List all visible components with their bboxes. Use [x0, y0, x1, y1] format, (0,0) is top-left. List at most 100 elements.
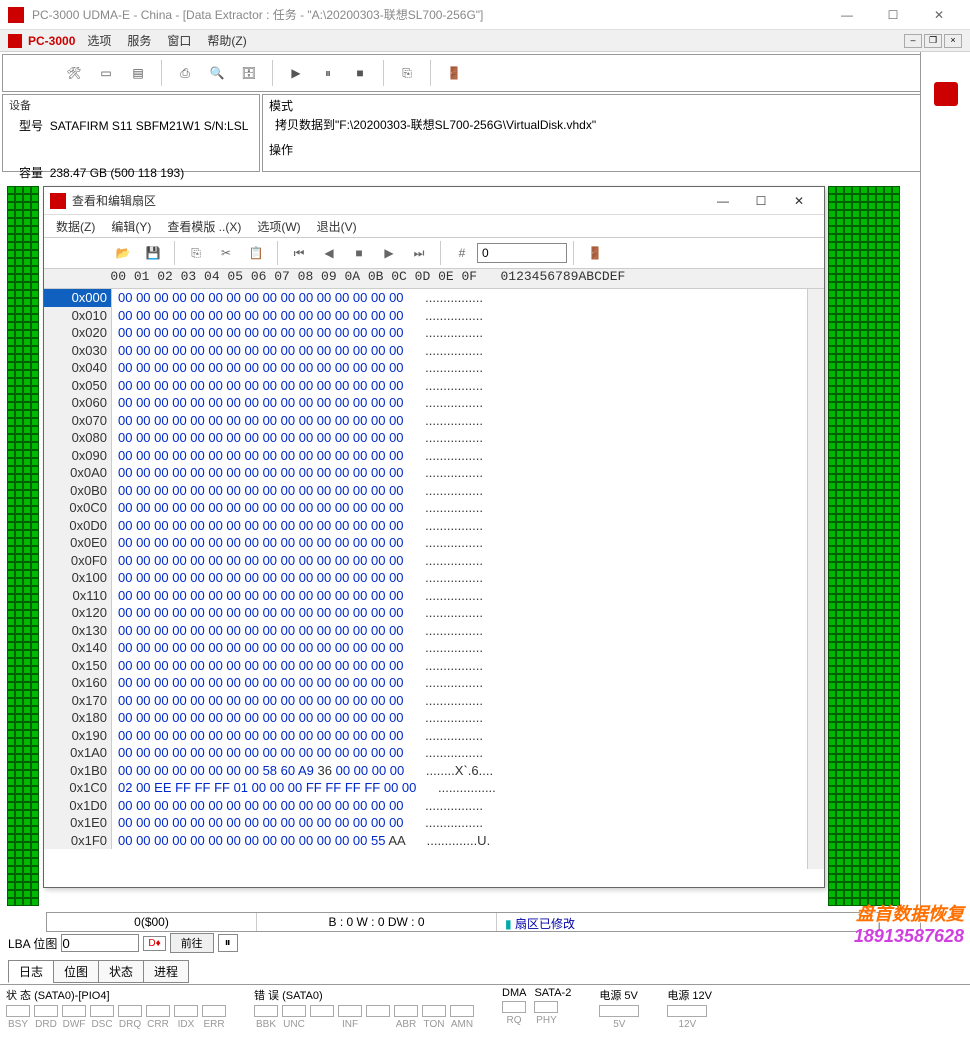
hex-ascii[interactable]: ................: [407, 709, 483, 727]
hex-bytes[interactable]: 02 00 EE FF FF FF 01 00 00 00 FF FF FF F…: [112, 779, 420, 797]
hex-ascii[interactable]: ................: [407, 534, 483, 552]
hex-ascii[interactable]: ................: [407, 499, 483, 517]
hex-row[interactable]: 0x0C000 00 00 00 00 00 00 00 00 00 00 00…: [44, 499, 824, 517]
hex-bytes[interactable]: 00 00 00 00 00 00 00 00 00 00 00 00 00 0…: [112, 394, 407, 412]
hex-bytes[interactable]: 00 00 00 00 00 00 00 00 00 00 00 00 00 0…: [112, 569, 407, 587]
hex-ascii[interactable]: ................: [407, 464, 483, 482]
hex-bytes[interactable]: 00 00 00 00 00 00 00 00 00 00 00 00 00 0…: [112, 709, 407, 727]
hex-row[interactable]: 0x0B000 00 00 00 00 00 00 00 00 00 00 00…: [44, 482, 824, 500]
tool-exit-icon[interactable]: 🚪: [439, 59, 469, 87]
hex-ascii[interactable]: ................: [407, 657, 483, 675]
hex-close-button[interactable]: ✕: [780, 188, 818, 214]
hex-bytes[interactable]: 00 00 00 00 00 00 00 00 00 00 00 00 00 0…: [112, 674, 407, 692]
hex-ascii[interactable]: ................: [407, 639, 483, 657]
hex-row[interactable]: 0x08000 00 00 00 00 00 00 00 00 00 00 00…: [44, 429, 824, 447]
hex-row[interactable]: 0x13000 00 00 00 00 00 00 00 00 00 00 00…: [44, 622, 824, 640]
hex-row[interactable]: 0x0E000 00 00 00 00 00 00 00 00 00 00 00…: [44, 534, 824, 552]
hex-ascii[interactable]: ................: [407, 289, 483, 307]
hex-bytes[interactable]: 00 00 00 00 00 00 00 00 00 00 00 00 00 0…: [112, 342, 407, 360]
tool-tasks-icon[interactable]: ▤: [123, 59, 153, 87]
hex-row[interactable]: 0x0A000 00 00 00 00 00 00 00 00 00 00 00…: [44, 464, 824, 482]
hex-row[interactable]: 0x1D000 00 00 00 00 00 00 00 00 00 00 00…: [44, 797, 824, 815]
hex-bytes[interactable]: 00 00 00 00 00 00 00 00 00 00 00 00 00 0…: [112, 447, 407, 465]
tool-terminal-icon[interactable]: ▭: [91, 59, 121, 87]
menu-services[interactable]: 服务: [119, 30, 159, 51]
hex-bytes[interactable]: 00 00 00 00 00 00 00 00 00 00 00 00 00 0…: [112, 412, 407, 430]
hex-row[interactable]: 0x11000 00 00 00 00 00 00 00 00 00 00 00…: [44, 587, 824, 605]
hex-row[interactable]: 0x19000 00 00 00 00 00 00 00 00 00 00 00…: [44, 727, 824, 745]
save-icon[interactable]: 💾: [138, 240, 168, 266]
hex-menu-template[interactable]: 查看模版 ..(X): [159, 216, 249, 237]
hex-ascii[interactable]: ................: [407, 622, 483, 640]
hex-ascii[interactable]: ................: [407, 394, 483, 412]
tool-devices-icon[interactable]: ⎙: [170, 59, 200, 87]
tool-settings-icon[interactable]: 🛠: [59, 59, 89, 87]
hex-ascii[interactable]: ................: [407, 727, 483, 745]
hex-menu-exit[interactable]: 退出(V): [309, 216, 365, 237]
sector-map-left[interactable]: [7, 186, 41, 926]
hex-row[interactable]: 0x10000 00 00 00 00 00 00 00 00 00 00 00…: [44, 569, 824, 587]
paste-icon[interactable]: 📋: [241, 240, 271, 266]
hex-row[interactable]: 0x15000 00 00 00 00 00 00 00 00 00 00 00…: [44, 657, 824, 675]
hex-bytes[interactable]: 00 00 00 00 00 00 00 00 00 00 00 00 00 0…: [112, 832, 409, 850]
hex-bytes[interactable]: 00 00 00 00 00 00 00 00 00 00 00 00 00 0…: [112, 499, 407, 517]
nav-first-icon[interactable]: ⏮: [284, 240, 314, 266]
hex-bytes[interactable]: 00 00 00 00 00 00 00 00 00 00 00 00 00 0…: [112, 639, 407, 657]
hex-ascii[interactable]: ................: [407, 587, 483, 605]
pause-button[interactable]: ⏸: [313, 59, 343, 87]
hex-menu-data[interactable]: 数据(Z): [48, 216, 103, 237]
hex-bytes[interactable]: 00 00 00 00 00 00 00 00 00 00 00 00 00 0…: [112, 359, 407, 377]
hex-row[interactable]: 0x03000 00 00 00 00 00 00 00 00 00 00 00…: [44, 342, 824, 360]
lba-input[interactable]: [61, 934, 139, 952]
hex-bytes[interactable]: 00 00 00 00 00 00 00 00 00 00 00 00 00 0…: [112, 517, 407, 535]
hex-ascii[interactable]: ................: [407, 359, 483, 377]
mdi-min-button[interactable]: –: [904, 34, 922, 48]
hex-ascii[interactable]: ................: [407, 482, 483, 500]
menu-options[interactable]: 选项: [79, 30, 119, 51]
hex-bytes[interactable]: 00 00 00 00 00 00 00 00 00 00 00 00 00 0…: [112, 482, 407, 500]
nav-next-icon[interactable]: ▶: [374, 240, 404, 266]
menu-window[interactable]: 窗口: [159, 30, 199, 51]
hex-ascii[interactable]: ........X`.6....: [408, 762, 493, 780]
hex-bytes[interactable]: 00 00 00 00 00 00 00 00 00 00 00 00 00 0…: [112, 429, 407, 447]
hex-bytes[interactable]: 00 00 00 00 00 00 00 00 00 00 00 00 00 0…: [112, 464, 407, 482]
hex-row[interactable]: 0x07000 00 00 00 00 00 00 00 00 00 00 00…: [44, 412, 824, 430]
menu-help[interactable]: 帮助(Z): [199, 30, 254, 51]
hex-bytes[interactable]: 00 00 00 00 00 00 00 00 00 00 00 00 00 0…: [112, 377, 407, 395]
hex-row[interactable]: 0x1B000 00 00 00 00 00 00 00 58 60 A9 36…: [44, 762, 824, 780]
hex-bytes[interactable]: 00 00 00 00 00 00 00 00 00 00 00 00 00 0…: [112, 692, 407, 710]
mdi-restore-button[interactable]: ❐: [924, 34, 942, 48]
hex-menu-edit[interactable]: 编辑(Y): [103, 216, 159, 237]
hex-bytes[interactable]: 00 00 00 00 00 00 00 00 00 00 00 00 00 0…: [112, 604, 407, 622]
hex-ascii[interactable]: ................: [407, 324, 483, 342]
hex-min-button[interactable]: —: [704, 188, 742, 214]
hex-titlebar[interactable]: 查看和编辑扇区 — ☐ ✕: [44, 187, 824, 215]
maximize-button[interactable]: ☐: [870, 0, 916, 30]
goto-input[interactable]: [477, 243, 567, 263]
hex-row[interactable]: 0x09000 00 00 00 00 00 00 00 00 00 00 00…: [44, 447, 824, 465]
hex-row[interactable]: 0x1C002 00 EE FF FF FF 01 00 00 00 FF FF…: [44, 779, 824, 797]
hex-ascii[interactable]: ................: [407, 552, 483, 570]
cut-icon[interactable]: ✂: [211, 240, 241, 266]
tool-database-icon[interactable]: 🗄: [234, 59, 264, 87]
hex-body[interactable]: 0x00000 00 00 00 00 00 00 00 00 00 00 00…: [44, 289, 824, 869]
hex-scrollbar[interactable]: [807, 289, 824, 869]
hex-bytes[interactable]: 00 00 00 00 00 00 00 00 00 00 00 00 00 0…: [112, 534, 407, 552]
hex-ascii[interactable]: ................: [407, 517, 483, 535]
hex-row[interactable]: 0x16000 00 00 00 00 00 00 00 00 00 00 00…: [44, 674, 824, 692]
hex-bytes[interactable]: 00 00 00 00 00 00 00 00 58 60 A9 36 00 0…: [112, 762, 408, 780]
hex-row[interactable]: 0x1E000 00 00 00 00 00 00 00 00 00 00 00…: [44, 814, 824, 832]
hex-ascii[interactable]: ................: [407, 797, 483, 815]
hex-bytes[interactable]: 00 00 00 00 00 00 00 00 00 00 00 00 00 0…: [112, 797, 407, 815]
open-icon[interactable]: 📂: [108, 240, 138, 266]
hex-row[interactable]: 0x01000 00 00 00 00 00 00 00 00 00 00 00…: [44, 307, 824, 325]
hex-ascii[interactable]: ................: [407, 377, 483, 395]
tab-status[interactable]: 状态: [98, 960, 144, 983]
hex-bytes[interactable]: 00 00 00 00 00 00 00 00 00 00 00 00 00 0…: [112, 289, 407, 307]
nav-last-icon[interactable]: ⏭: [404, 240, 434, 266]
hex-bytes[interactable]: 00 00 00 00 00 00 00 00 00 00 00 00 00 0…: [112, 744, 407, 762]
hex-ascii[interactable]: ................: [407, 744, 483, 762]
tool-copy-icon[interactable]: ⎘: [392, 59, 422, 87]
hex-row[interactable]: 0x0F000 00 00 00 00 00 00 00 00 00 00 00…: [44, 552, 824, 570]
hex-row[interactable]: 0x06000 00 00 00 00 00 00 00 00 00 00 00…: [44, 394, 824, 412]
